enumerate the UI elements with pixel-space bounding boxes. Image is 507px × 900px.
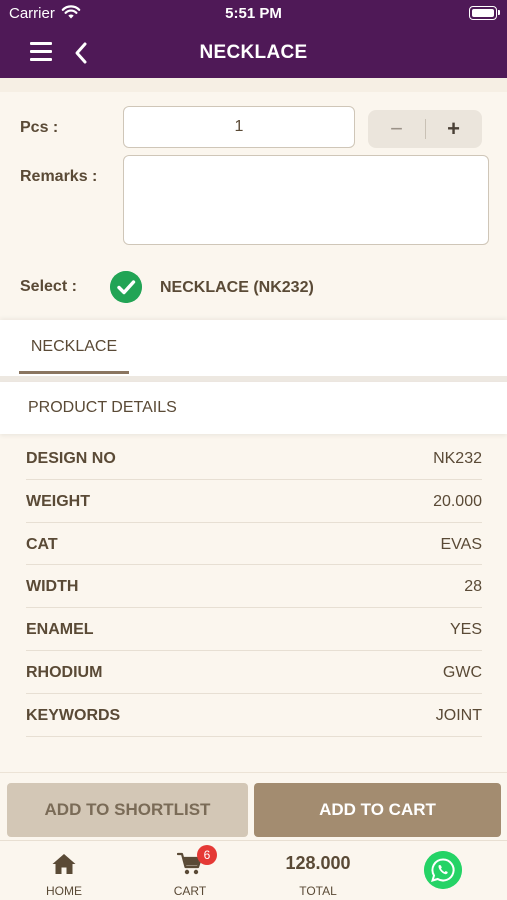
detail-key: RHODIUM xyxy=(26,663,103,681)
nav-home-label: HOME xyxy=(46,884,82,898)
pcs-input[interactable]: 1 xyxy=(123,106,355,148)
decrement-button[interactable]: − xyxy=(368,110,425,148)
detail-key: DESIGN NO xyxy=(26,450,116,467)
detail-key: WEIGHT xyxy=(26,492,90,510)
detail-value: 20.000 xyxy=(433,492,482,510)
clock: 5:51 PM xyxy=(225,5,282,22)
nav-cart[interactable]: CART xyxy=(150,841,230,900)
detail-key: KEYWORDS xyxy=(26,706,121,724)
product-details-table: DESIGN NO NK232 WEIGHT 20.000 CAT EVAS W… xyxy=(26,437,482,737)
checkmark-icon[interactable] xyxy=(110,271,142,303)
detail-value: EVAS xyxy=(440,535,483,553)
detail-key: CAT xyxy=(26,535,58,553)
nav-home[interactable]: HOME xyxy=(24,841,104,900)
table-row: RHODIUM GWC xyxy=(26,651,482,694)
cart-badge: 6 xyxy=(197,845,217,865)
detail-value: JOINT xyxy=(435,706,482,724)
remarks-field[interactable] xyxy=(123,155,489,245)
detail-value: YES xyxy=(449,621,482,639)
table-row: WIDTH 28 xyxy=(26,565,482,609)
nav-cart-label: CART xyxy=(173,884,207,898)
status-bar: Carrier 5:51 PM xyxy=(0,0,507,28)
page-title: NECKLACE xyxy=(199,42,308,63)
detail-key: ENAMEL xyxy=(26,621,94,639)
select-label: Select : xyxy=(20,278,77,295)
whatsapp-icon[interactable] xyxy=(424,851,462,889)
add-to-cart-button[interactable]: ADD TO CART xyxy=(254,783,501,837)
tab-necklace[interactable]: NECKLACE xyxy=(19,320,129,374)
tab-bar: NECKLACE xyxy=(0,320,507,376)
detail-value: GWC xyxy=(442,663,482,681)
detail-key: WIDTH xyxy=(26,578,79,596)
table-row: KEYWORDS JOINT xyxy=(26,694,482,737)
detail-value: NK232 xyxy=(433,450,482,467)
table-row: WEIGHT 20.000 xyxy=(26,480,482,523)
table-row: CAT EVAS xyxy=(26,523,482,566)
total-amount: 128.000 xyxy=(285,853,351,873)
quantity-stepper: − + xyxy=(368,110,482,148)
battery-icon xyxy=(469,6,500,20)
nav-total-label: TOTAL xyxy=(299,884,337,898)
nav-total: 128.000 TOTAL xyxy=(272,841,364,900)
add-to-shortlist-button[interactable]: ADD TO SHORTLIST xyxy=(7,783,248,837)
increment-button[interactable]: + xyxy=(425,110,482,148)
header-divider xyxy=(0,78,507,92)
detail-value: 28 xyxy=(464,578,482,596)
pcs-label: Pcs : xyxy=(20,119,59,136)
section-header: PRODUCT DETAILS xyxy=(0,382,507,434)
table-row: DESIGN NO NK232 xyxy=(26,437,482,480)
table-row: ENAMEL YES xyxy=(26,608,482,651)
selected-product: NECKLACE (NK232) xyxy=(160,279,314,296)
section-title: PRODUCT DETAILS xyxy=(28,399,177,416)
home-icon xyxy=(52,854,76,874)
remarks-label: Remarks : xyxy=(20,168,98,185)
nav-bar: NECKLACE xyxy=(0,28,507,78)
